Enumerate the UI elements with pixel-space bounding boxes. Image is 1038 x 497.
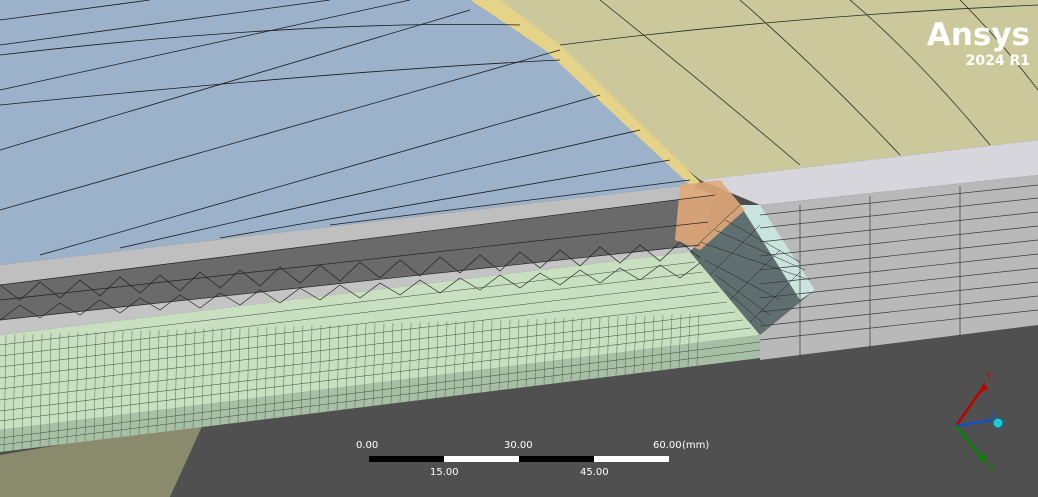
scale-segment-4 <box>594 456 669 462</box>
ansys-logo: Ansys 2024 R1 <box>927 18 1030 70</box>
scale-bar: 0.00 30.00 60.00 (mm) 15.00 45.00 <box>356 440 736 480</box>
scale-label-15: 15.00 <box>430 467 459 478</box>
triad-z-axis <box>955 418 993 428</box>
triad-y-arrow-icon <box>980 382 988 392</box>
coordinate-triad[interactable]: Y Z X <box>940 362 1020 472</box>
triad-x-label: X <box>988 463 994 472</box>
scale-segment-2 <box>444 456 519 462</box>
triad-y-label: Y <box>985 372 992 382</box>
scale-label-0: 0.00 <box>356 440 379 451</box>
scale-label-30: 30.00 <box>504 440 533 451</box>
scale-label-60: 60.00 <box>653 440 682 451</box>
scale-unit: (mm) <box>682 440 710 451</box>
scale-segment-1 <box>369 456 444 462</box>
triad-x-axis <box>955 425 985 461</box>
triad-y-axis <box>954 385 986 427</box>
triad-origin-icon <box>992 417 1004 429</box>
graphics-viewport[interactable]: Ansys 2024 R1 0.00 30.00 60.00 (mm) 15.0… <box>0 0 1038 497</box>
mesh-model-view[interactable] <box>0 0 1038 497</box>
scale-segment-3 <box>519 456 594 462</box>
logo-name: Ansys <box>926 17 1030 53</box>
logo-release: 2024 R1 <box>965 53 1030 69</box>
scale-label-45: 45.00 <box>580 467 609 478</box>
